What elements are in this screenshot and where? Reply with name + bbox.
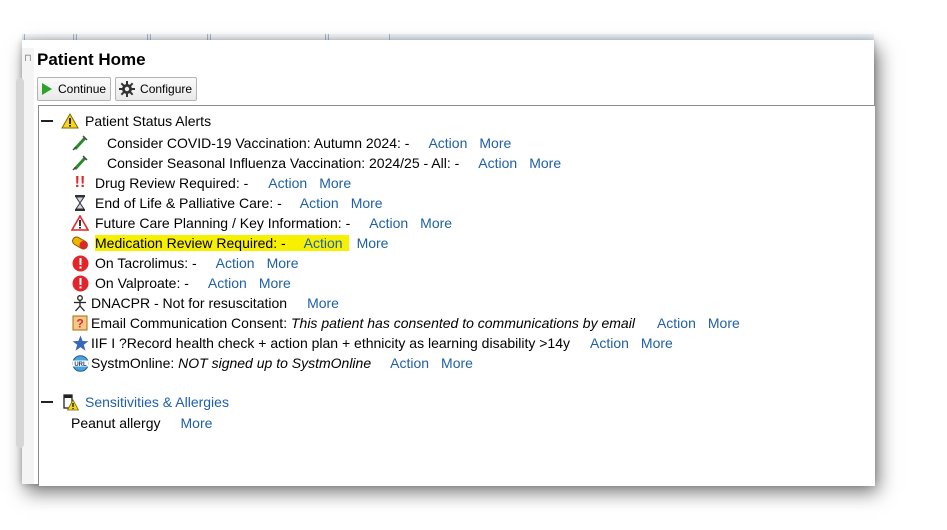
action-link[interactable]: Action bbox=[428, 135, 467, 151]
more-link[interactable]: More bbox=[641, 335, 673, 351]
alert-row-influenza: Consider Seasonal Influenza Vaccination:… bbox=[71, 153, 561, 173]
vaccine-icon bbox=[71, 154, 89, 172]
alert-row-future-care: Future Care Planning / Key Information: … bbox=[71, 213, 452, 233]
double-exclamation-icon: !! bbox=[74, 174, 86, 191]
allergy-warning-icon bbox=[61, 393, 79, 411]
action-link[interactable]: Action bbox=[657, 315, 696, 331]
alert-row-iif: IIF I ?Record health check + action plan… bbox=[71, 333, 673, 353]
page-title: Patient Home bbox=[37, 50, 146, 69]
action-link[interactable]: Action bbox=[304, 235, 343, 251]
red-exclamation-icon bbox=[71, 274, 89, 292]
configure-button[interactable]: Configure bbox=[115, 77, 198, 101]
alert-text: End of Life & Palliative Care: - bbox=[95, 195, 282, 211]
svg-text:URL: URL bbox=[74, 361, 87, 367]
more-link[interactable]: More bbox=[441, 355, 473, 371]
pin-icon[interactable]: ⊓ bbox=[24, 53, 32, 64]
more-link[interactable]: More bbox=[181, 415, 213, 431]
allergy-text: Peanut allergy bbox=[71, 415, 161, 431]
action-link[interactable]: Action bbox=[216, 255, 255, 271]
alert-note: This patient has consented to communicat… bbox=[290, 315, 635, 331]
url-globe-icon: URL bbox=[71, 354, 89, 372]
action-link[interactable]: Action bbox=[300, 195, 339, 211]
alert-text: Consider COVID-19 Vaccination: Autumn 20… bbox=[107, 135, 410, 151]
alert-row-end-of-life: End of Life & Palliative Care: - Action … bbox=[71, 193, 383, 213]
alerts-header-label: Patient Status Alerts bbox=[85, 113, 212, 129]
allergy-row: Peanut allergy More bbox=[71, 413, 212, 433]
alert-text: Email Communication Consent: bbox=[91, 315, 288, 331]
alert-row-tacrolimus: On Tacrolimus: - Action More bbox=[71, 253, 299, 273]
collapse-icon[interactable] bbox=[41, 401, 53, 403]
action-link[interactable]: Action bbox=[390, 355, 429, 371]
allergies-header-link[interactable]: Sensitivities & Allergies bbox=[85, 394, 229, 410]
more-link[interactable]: More bbox=[319, 175, 351, 191]
gear-icon bbox=[119, 81, 136, 97]
alert-row-valproate: On Valproate: - Action More bbox=[71, 273, 291, 293]
scrollbar[interactable] bbox=[16, 78, 24, 448]
alert-row-email-consent: ? Email Communication Consent: This pati… bbox=[71, 313, 740, 333]
warning-triangle-icon bbox=[61, 112, 79, 130]
more-link[interactable]: More bbox=[420, 215, 452, 231]
action-link[interactable]: Action bbox=[208, 275, 247, 291]
more-link[interactable]: More bbox=[357, 235, 389, 251]
star-icon bbox=[71, 334, 89, 352]
configure-label: Configure bbox=[140, 82, 193, 96]
warning-triangle-icon bbox=[71, 214, 89, 232]
alert-text: Drug Review Required: - bbox=[95, 175, 249, 191]
alert-text: IIF I ?Record health check + action plan… bbox=[91, 335, 570, 351]
action-link[interactable]: Action bbox=[590, 335, 629, 351]
continue-label: Continue bbox=[58, 82, 107, 96]
alert-text: On Tacrolimus: - bbox=[95, 255, 197, 271]
more-link[interactable]: More bbox=[351, 195, 383, 211]
alert-row-medication-review: Medication Review Required: - Action More bbox=[71, 233, 388, 253]
red-exclamation-icon bbox=[71, 254, 89, 272]
more-link[interactable]: More bbox=[479, 135, 511, 151]
more-link[interactable]: More bbox=[307, 295, 339, 311]
person-icon bbox=[71, 294, 89, 312]
alert-text: SystmOnline: bbox=[91, 355, 175, 371]
alert-text: Medication Review Required: - bbox=[95, 235, 286, 251]
action-link[interactable]: Action bbox=[268, 175, 307, 191]
more-link[interactable]: More bbox=[529, 155, 561, 171]
medication-review-highlight: Medication Review Required: - Action bbox=[95, 235, 349, 251]
alert-note: NOT signed up to SystmOnline bbox=[178, 355, 372, 371]
alert-row-systmonline: URL SystmOnline: NOT signed up to SystmO… bbox=[71, 353, 473, 373]
more-link[interactable]: More bbox=[259, 275, 291, 291]
more-link[interactable]: More bbox=[708, 315, 740, 331]
action-link[interactable]: Action bbox=[478, 155, 517, 171]
svg-text:?: ? bbox=[76, 317, 83, 331]
alert-text: Future Care Planning / Key Information: … bbox=[95, 215, 351, 231]
toolbar: Continue Configure bbox=[37, 77, 198, 101]
collapse-icon[interactable] bbox=[41, 120, 53, 122]
more-link[interactable]: More bbox=[267, 255, 299, 271]
pill-icon bbox=[71, 234, 89, 252]
hourglass-icon bbox=[71, 194, 89, 212]
alerts-section-header[interactable]: Patient Status Alerts bbox=[41, 111, 211, 131]
alert-row-covid: Consider COVID-19 Vaccination: Autumn 20… bbox=[71, 133, 511, 153]
continue-button[interactable]: Continue bbox=[37, 77, 112, 101]
action-link[interactable]: Action bbox=[369, 215, 408, 231]
play-icon bbox=[41, 82, 53, 96]
alert-text: DNACPR - Not for resuscitation bbox=[91, 295, 288, 311]
alert-text: Consider Seasonal Influenza Vaccination:… bbox=[107, 155, 460, 171]
alert-row-drug-review: !! Drug Review Required: - Action More bbox=[71, 173, 351, 193]
alert-row-dnacpr: DNACPR - Not for resuscitation More bbox=[71, 293, 339, 313]
alert-text: On Valproate: - bbox=[95, 275, 189, 291]
allergies-section-header[interactable]: Sensitivities & Allergies bbox=[41, 392, 229, 412]
vaccine-icon bbox=[71, 134, 89, 152]
question-icon: ? bbox=[71, 314, 89, 332]
